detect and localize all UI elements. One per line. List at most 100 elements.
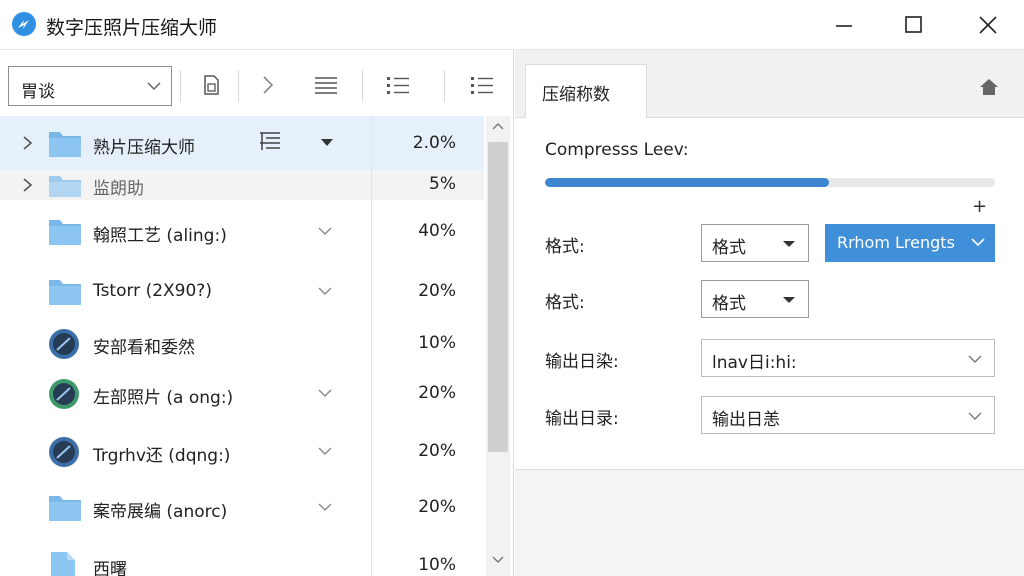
left-toolbar: 胃谈	[0, 50, 514, 116]
chevron-down-icon	[968, 355, 982, 363]
scroll-thumb[interactable]	[488, 142, 508, 452]
list-item[interactable]: 安部看和委然 10%	[0, 316, 484, 370]
list-item-name: 翰照工艺 (aling:)	[93, 226, 227, 246]
scroll-up-icon[interactable]	[492, 122, 504, 130]
list-item-percent: 20%	[418, 383, 456, 403]
output-dir-select-secondary[interactable]: 输出日恙	[701, 396, 995, 434]
output-dir-label: 输出日录:	[545, 409, 619, 429]
chevron-down-icon[interactable]	[318, 502, 332, 512]
format-select[interactable]: 格式	[701, 224, 809, 262]
chevron-right-icon[interactable]	[22, 178, 34, 192]
folder-icon	[49, 132, 81, 157]
format-select-secondary[interactable]: 格式	[701, 280, 809, 318]
view-select-value: 胃谈	[21, 82, 55, 102]
list-item[interactable]: Trgrhv还 (dqng:) 20%	[0, 424, 484, 478]
list-item-percent: 2.0%	[412, 133, 456, 153]
bullet-list-icon	[387, 77, 409, 94]
list-scrollbar[interactable]	[486, 116, 510, 576]
home-icon[interactable]	[979, 78, 999, 96]
list-item-percent: 20%	[418, 441, 456, 461]
output-dir-label: 输出日染:	[545, 352, 619, 372]
format-select-value: 格式	[712, 294, 746, 314]
compact-list-button[interactable]	[464, 68, 498, 102]
view-select[interactable]: 胃谈	[8, 66, 172, 106]
list-item-percent: 10%	[418, 333, 456, 353]
maximize-button[interactable]	[896, 8, 932, 42]
list-item-name: 安部看和委然	[93, 338, 195, 358]
compression-settings: Compresss Leev: + 格式: 格式 Rrhom Lrengts 格…	[515, 118, 1024, 470]
disc-icon	[49, 379, 79, 409]
chevron-down-icon[interactable]	[318, 226, 332, 236]
list-item[interactable]: 熟片压缩大师 2.0%	[0, 116, 484, 170]
list-options-icon[interactable]	[258, 130, 282, 152]
toolbar-divider	[444, 70, 445, 102]
format-label: 格式:	[545, 237, 585, 257]
copy-file-button[interactable]	[194, 68, 228, 102]
format-label: 格式:	[545, 293, 585, 313]
add-button[interactable]: +	[972, 196, 987, 217]
file-list: 熟片压缩大师 2.0% 监朗助 5% 翰照工艺 (aling:) 40% Tst…	[0, 116, 484, 576]
column-divider	[371, 116, 372, 576]
list-item-name: 熟片压缩大师	[93, 138, 195, 158]
list-item-percent: 5%	[429, 174, 456, 194]
disc-icon	[49, 437, 79, 467]
folder-icon	[49, 496, 81, 521]
compress-level-fill	[545, 178, 829, 187]
format-select-value: 格式	[712, 238, 746, 258]
toolbar-divider	[362, 70, 363, 102]
window-title: 数字压照片压缩大师	[46, 17, 218, 39]
bullet-list-icon	[471, 77, 493, 94]
caret-down-icon	[783, 241, 795, 247]
compress-level-slider[interactable]	[545, 178, 995, 187]
list-item[interactable]: 案帝展编 (anorc) 20%	[0, 480, 484, 534]
output-dir-select[interactable]: lnav日i:hi:	[701, 339, 995, 377]
chevron-down-icon	[968, 412, 982, 420]
list-item-name: Trgrhv还 (dqng:)	[93, 446, 231, 466]
strength-dropdown-button[interactable]: Rrhom Lrengts	[825, 224, 995, 262]
compress-level-label: Compresss Leev:	[545, 140, 689, 160]
toolbar-divider	[180, 70, 181, 102]
folder-icon	[49, 176, 81, 197]
caret-down-icon	[783, 297, 795, 303]
list-item-name: 监朗助	[93, 179, 144, 199]
list-item[interactable]: Tstorr (2X90?) 20%	[0, 264, 484, 318]
list-item[interactable]: 左部照片 (a ong:) 20%	[0, 366, 484, 420]
forward-button[interactable]	[250, 68, 284, 102]
list-view-icon	[315, 77, 337, 94]
list-item-percent: 40%	[418, 221, 456, 241]
tab-compression-params[interactable]: 压缩称数	[525, 64, 647, 118]
chevron-down-icon[interactable]	[318, 286, 332, 296]
folder-icon	[49, 280, 81, 305]
list-item-name: Tstorr (2X90?)	[93, 281, 212, 301]
list-item-name: 左部照片 (a ong:)	[93, 388, 234, 408]
minimize-button[interactable]	[826, 8, 862, 42]
details-view-button[interactable]	[308, 68, 342, 102]
output-dir-value: lnav日i:hi:	[712, 353, 797, 373]
list-item[interactable]: 翰照工艺 (aling:) 40%	[0, 204, 484, 258]
chevron-down-icon[interactable]	[318, 446, 332, 456]
chevron-right-icon	[263, 76, 274, 94]
disc-icon	[49, 329, 79, 359]
chevron-right-icon[interactable]	[22, 136, 34, 150]
list-item[interactable]: 西曙 10%	[0, 538, 484, 576]
caret-down-icon[interactable]	[320, 138, 334, 148]
scroll-down-icon[interactable]	[492, 556, 504, 564]
chevron-down-icon	[971, 238, 985, 247]
copy-file-icon	[204, 75, 219, 95]
list-item-percent: 20%	[418, 497, 456, 517]
folder-icon	[49, 220, 81, 245]
list-item[interactable]: 监朗助 5%	[0, 170, 484, 200]
list-item-percent: 10%	[418, 555, 456, 575]
settings-pane: 压缩称数 Compresss Leev: + 格式: 格式 Rrhom Lren…	[515, 50, 1024, 576]
list-item-name: 西曙	[93, 560, 127, 576]
tab-label: 压缩称数	[542, 85, 610, 105]
list-view-button[interactable]	[380, 68, 414, 102]
document-icon	[51, 552, 75, 576]
strength-button-label: Rrhom Lrengts	[837, 233, 955, 252]
close-button[interactable]	[970, 8, 1006, 42]
toolbar-divider	[238, 70, 239, 102]
chevron-down-icon[interactable]	[318, 388, 332, 398]
file-browser-pane: 胃谈 熟片压缩大师 2.0% 监朗助 5% 翰照工艺 (aling:) 40% …	[0, 50, 514, 576]
app-logo-icon	[12, 12, 36, 36]
chevron-down-icon	[147, 82, 161, 91]
